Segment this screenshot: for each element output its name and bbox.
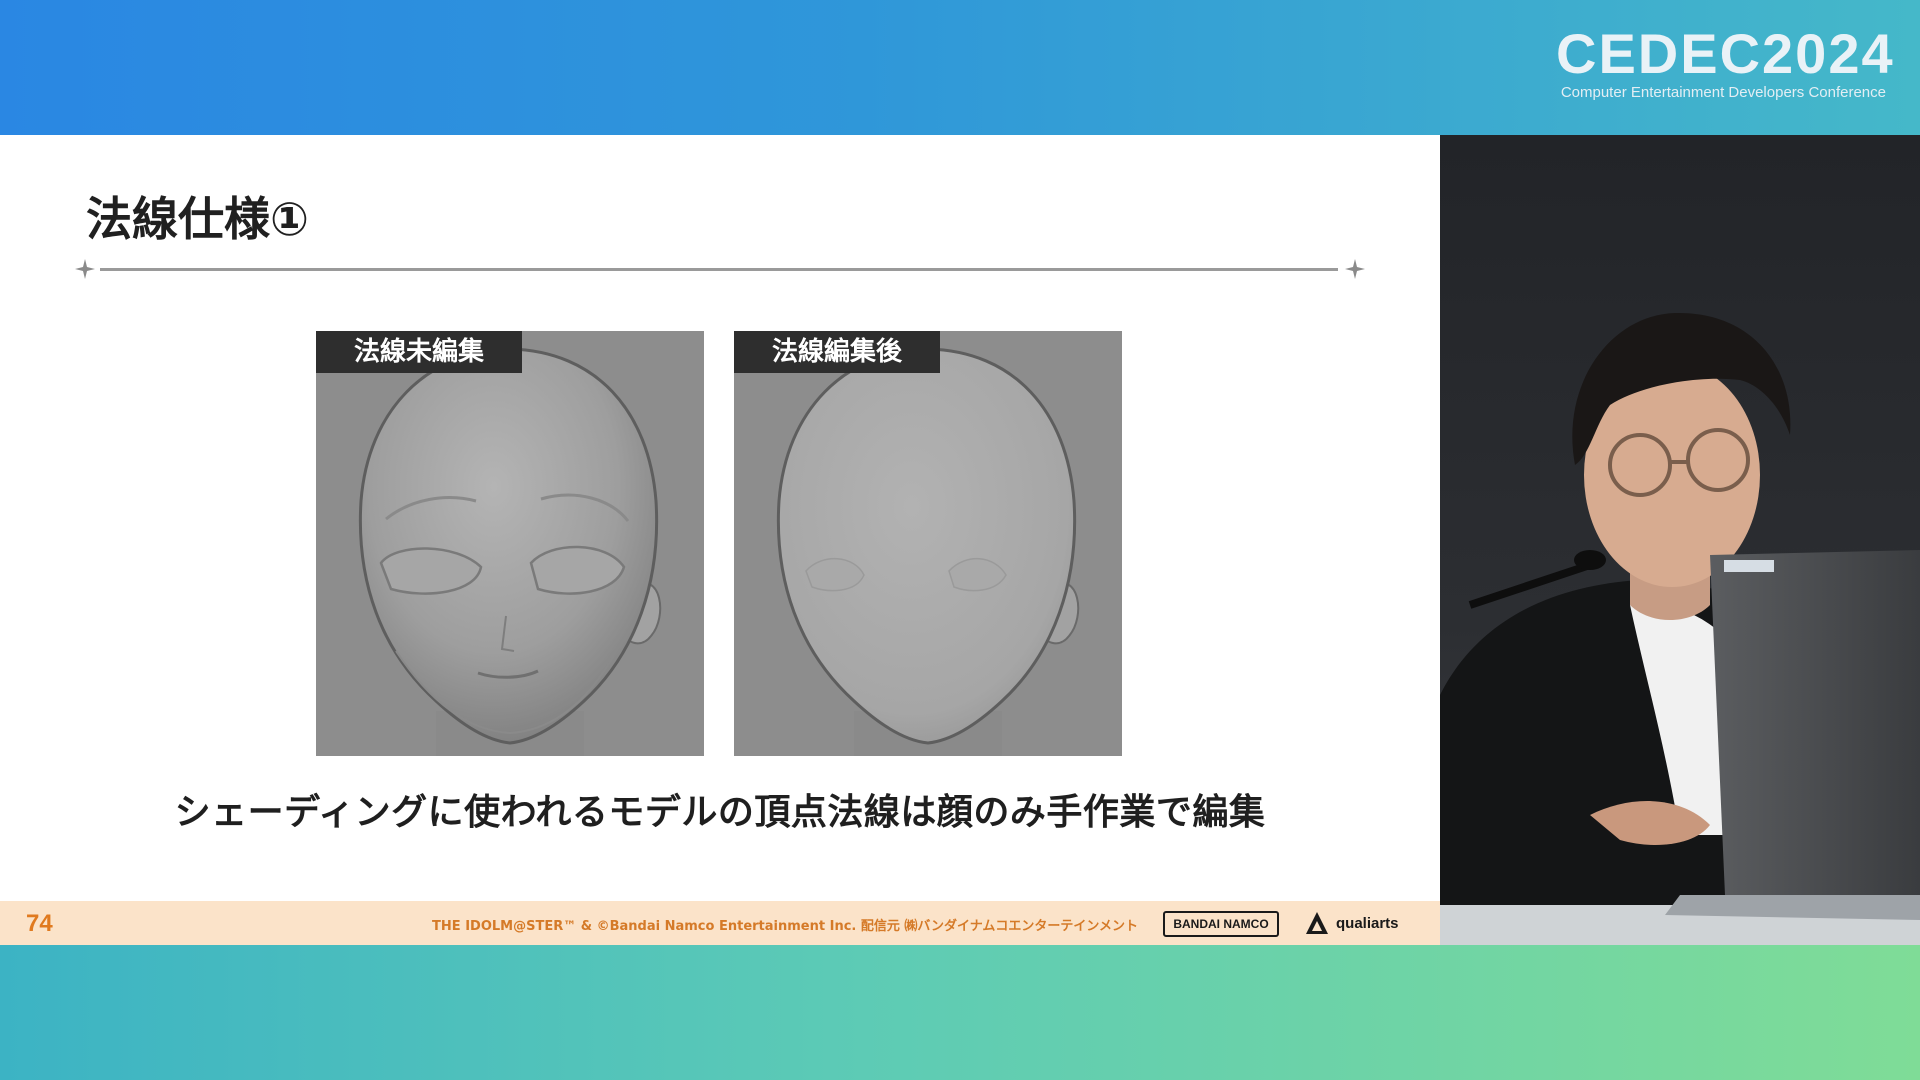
sparkle-icon (75, 259, 95, 279)
slide-footer: 74 THE IDOLM@STER™ & ©Bandai Namco Enter… (0, 901, 1440, 945)
sparkle-icon (1345, 259, 1365, 279)
cedec-logo-text: CEDEC2024 (1556, 22, 1895, 85)
panel-label: 法線未編集 (316, 331, 523, 373)
bandai-namco-logo: BANDAI NAMCO (1163, 911, 1279, 937)
speaker-video-image (1440, 135, 1920, 945)
copyright-notice: THE IDOLM@STER™ & ©Bandai Namco Entertai… (432, 919, 1138, 934)
page-number: 74 (26, 910, 53, 937)
image-panel-edited: 法線編集後 (734, 331, 1122, 756)
face-model-edited-image (734, 331, 1122, 756)
slide-caption: シェーディングに使われるモデルの頂点法線は顔のみ手作業で編集 (174, 792, 1266, 833)
presentation-slide: 法線仕様① 法線未編集 法線編集後 シェーディングに使われるモデルの頂点法線は顔… (0, 135, 1440, 945)
speaker-camera-feed (1440, 135, 1920, 945)
panel-label: 法線編集後 (734, 331, 941, 373)
qualiarts-logo: qualiarts (1304, 909, 1399, 937)
slide-title: 法線仕様① (86, 192, 309, 246)
image-panel-unedited: 法線未編集 (316, 331, 704, 756)
face-model-unedited-image (316, 331, 704, 756)
cedec-logo-subtitle: Computer Entertainment Developers Confer… (1560, 84, 1886, 101)
bottom-banner (0, 945, 1920, 1080)
qualiarts-mark-icon (1306, 912, 1328, 934)
top-banner: CEDEC2024 Computer Entertainment Develop… (0, 0, 1920, 135)
title-divider (100, 268, 1338, 271)
cedec-logo: CEDEC2024 Computer Entertainment Develop… (1556, 22, 1895, 110)
qualiarts-logo-text: qualiarts (1336, 914, 1399, 932)
